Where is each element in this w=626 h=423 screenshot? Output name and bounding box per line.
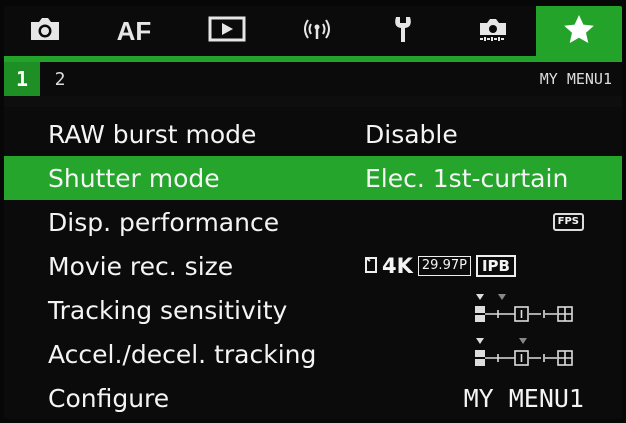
menu-tab-bar: AF xyxy=(4,6,622,56)
divider xyxy=(4,96,622,107)
tab-wireless[interactable] xyxy=(272,6,362,56)
wrench-icon xyxy=(392,14,420,48)
camera-icon xyxy=(28,15,62,47)
menu-item-tracking-sensitivity[interactable]: Tracking sensitivity xyxy=(4,288,622,332)
menu-item-disp-performance[interactable]: Disp. performance FPS xyxy=(4,200,622,244)
custom-function-icon xyxy=(476,14,510,48)
frame-rate-label: 29.97P xyxy=(417,256,471,276)
menu-item-label: Shutter mode xyxy=(48,163,220,193)
tab-custom-functions[interactable] xyxy=(450,6,536,56)
star-icon xyxy=(563,14,595,48)
menu-item-label: Configure xyxy=(48,383,170,413)
page-1-tab[interactable]: 1 xyxy=(4,62,40,96)
menu-item-shutter-mode[interactable]: Shutter mode Elec. 1st-curtain xyxy=(4,156,622,200)
menu-item-accel-decel-tracking[interactable]: Accel./decel. tracking xyxy=(4,332,622,376)
movie-frame-icon xyxy=(365,252,377,281)
sensitivity-scale-icon xyxy=(474,288,584,332)
fps-icon-text: FPS xyxy=(552,213,584,231)
compression-label: IPB xyxy=(475,255,516,277)
menu-item-raw-burst-mode[interactable]: RAW burst mode Disable xyxy=(4,112,622,156)
tab-setup[interactable] xyxy=(362,6,450,56)
menu-item-label: Accel./decel. tracking xyxy=(48,339,317,369)
resolution-label: 4K xyxy=(382,254,413,278)
tab-my-menu[interactable] xyxy=(536,6,622,56)
wireless-icon xyxy=(300,16,334,46)
page-selector: 1 2 MY MENU1 xyxy=(4,62,622,96)
tab-af[interactable]: AF xyxy=(86,6,182,56)
menu-item-label: Disp. performance xyxy=(48,207,280,237)
menu-item-label: Movie rec. size xyxy=(48,251,234,281)
tab-shooting[interactable] xyxy=(4,6,86,56)
menu-list: RAW burst mode Disable Shutter mode Elec… xyxy=(4,112,622,419)
camera-menu-screen: AF 1 2 MY MENU1 RAW burst mode Disable S… xyxy=(4,6,622,419)
tab-af-label: AF xyxy=(116,15,152,46)
menu-item-movie-rec-size[interactable]: Movie rec. size 4K 29.97P IPB xyxy=(4,244,622,288)
menu-item-value: MY MENU1 xyxy=(463,383,584,413)
menu-item-value: Disable xyxy=(365,119,458,149)
fps-icon: FPS xyxy=(552,200,584,244)
accel-scale-icon xyxy=(474,332,584,376)
menu-item-label: Tracking sensitivity xyxy=(48,295,288,325)
menu-item-configure[interactable]: Configure MY MENU1 xyxy=(4,376,622,419)
menu-item-label: RAW burst mode xyxy=(48,119,257,149)
movie-size-value: 4K 29.97P IPB xyxy=(365,244,516,288)
tab-playback[interactable] xyxy=(182,6,272,56)
page-2-tab[interactable]: 2 xyxy=(42,62,78,96)
menu-item-value: Elec. 1st-curtain xyxy=(365,163,569,193)
menu-title: MY MENU1 xyxy=(539,70,612,88)
playback-icon xyxy=(208,16,246,46)
